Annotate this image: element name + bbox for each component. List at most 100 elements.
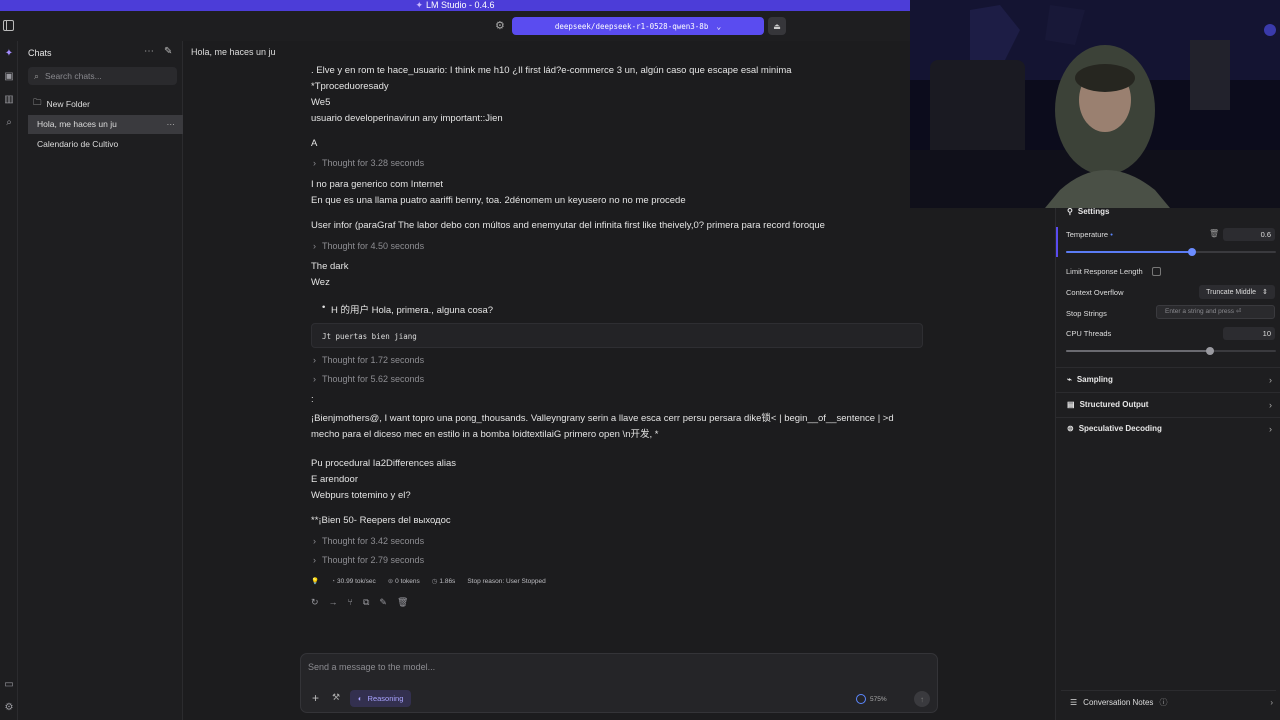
sidebar-toggle-icon[interactable] [3,20,14,31]
search-chats-input[interactable] [45,71,156,81]
chat-item-more-icon[interactable]: ⋯ [167,115,176,134]
webcam-overlay [910,0,1280,208]
message-input[interactable] [308,662,908,672]
context-usage[interactable]: 575% [856,694,887,704]
regenerate-icon[interactable]: ↻ [311,597,319,608]
chevron-right-icon: › [313,355,316,365]
eject-model-icon[interactable]: ⏏ [768,17,786,35]
webcam-image [910,0,1280,208]
message-actions: ↻ → ⑂ ⧉ ✎ 🗑 [311,597,408,608]
speculative-decoding-icon: ⊜ [1067,424,1074,433]
chats-more-icon[interactable]: ⋯ [144,46,154,57]
context-overflow-select[interactable]: Truncate Middle ⇕ [1199,285,1275,299]
message-line: mecho para el diceso mec en estilo in a … [311,429,659,440]
notes-icon: ☰ [1070,698,1078,707]
cpu-threads-input[interactable]: 10 [1223,327,1275,340]
chevron-right-icon: › [1270,698,1273,707]
message-line: A [311,138,318,149]
slider-knob[interactable] [1206,347,1214,355]
slider-fill [1066,251,1192,253]
temperature-input[interactable]: 0.6 [1223,228,1275,241]
app-settings-gear-icon[interactable]: ⚙ [3,702,15,714]
conversation-notes-button[interactable]: ☰ Conversation Notes ⓘ › [1061,690,1276,714]
thought-toggle[interactable]: › Thought for 1.72 seconds [311,355,424,365]
stop-reason: Stop reason: User Stopped [467,577,546,585]
copy-icon[interactable]: ⧉ [363,597,369,608]
message-composer: + ⚒ ◐ Reasoning 575% ↑ [300,653,938,713]
chat-nav-icon[interactable]: ✦ [3,48,15,60]
thought-toggle[interactable]: › Thought for 3.28 seconds [311,158,424,168]
delete-icon[interactable]: 🗑 [397,597,408,608]
discover-nav-icon[interactable]: ⌕ [3,117,15,129]
message-line: The dark [311,261,349,272]
send-button[interactable]: ↑ [914,691,930,707]
slider-knob[interactable] [1188,248,1196,256]
reset-trash-icon[interactable]: 🗑 [1209,229,1219,238]
message-line: We5 [311,97,331,108]
settings-section-header[interactable]: ⚲ Settings [1067,207,1109,216]
attach-plus-icon[interactable]: + [312,691,319,705]
thought-toggle[interactable]: › Thought for 4.50 seconds [311,241,424,251]
updown-chevron-icon: ⇕ [1262,289,1268,296]
structured-output-section-header[interactable]: ▤ Structured Output [1067,400,1148,409]
reasoning-icon: ◐ [358,694,363,703]
tools-icon[interactable]: ⚒ [332,692,340,703]
chat-list-item[interactable]: Hola, me haces un ju ⋯ [28,115,183,134]
lightbulb-icon[interactable]: 💡 [311,577,319,585]
speed-icon: ◔ [331,577,336,585]
developer-nav-icon[interactable]: ▣ [3,71,15,83]
message-line: Webpurs totemino y el? [311,490,411,501]
cpu-threads-label: CPU Threads [1066,329,1112,338]
thought-toggle[interactable]: › Thought for 5.62 seconds [311,374,424,384]
temperature-label: Temperature • [1066,230,1113,239]
models-nav-icon[interactable]: ▥ [3,94,15,106]
chevron-right-icon: › [313,374,316,384]
stop-strings-input[interactable]: Enter a string and press ⏎ [1156,305,1275,319]
tokens-per-second: 30.99 tok/sec [337,577,376,585]
branch-icon[interactable]: ⑂ [348,597,353,608]
generation-stats: 💡 ◔ 30.99 tok/sec ⊛ 0 tokens ◷ 1.86s Stop r… [311,577,546,586]
thought-toggle[interactable]: › Thought for 3.42 seconds [311,536,424,546]
limit-response-label: Limit Response Length [1066,267,1143,276]
settings-panel: ⚲ Settings Temperature • 🗑 0.6 Limit Res… [1055,207,1280,720]
context-ring-icon [856,694,866,704]
new-folder-button[interactable]: 🗀 New Folder [33,97,90,111]
message-line: User infor (paraGraf The labor debo con … [311,220,825,231]
hardware-nav-icon[interactable]: ▭ [3,679,15,691]
structured-output-icon: ▤ [1067,400,1075,409]
message-line: *Tproceduoresady [311,81,389,92]
chevron-right-icon[interactable]: › [1269,400,1272,410]
chevron-right-icon: › [313,241,316,251]
chevron-down-icon: ⌄ [716,21,722,31]
search-icon: ⌕ [34,70,40,81]
tokens-icon: ⊛ [387,578,394,585]
context-overflow-label: Context Overflow [1066,288,1124,297]
model-selector-button[interactable]: deepseek/deepseek-r1-0528-qwen3-8b ⌄ [512,17,764,35]
speculative-decoding-section-header[interactable]: ⊜ Speculative Decoding [1067,424,1162,433]
chat-list-item[interactable]: Calendario de Cultivo [28,135,183,154]
sampling-section-header[interactable]: ⌁ Sampling [1067,375,1113,384]
lmstudio-logo-icon: ✦ [415,0,423,10]
chevron-right-icon: › [313,158,316,168]
message-line: En que es una llama puatro aariffi benny… [311,195,686,206]
model-settings-gear-icon[interactable]: ⚙ [495,19,505,32]
message-line: Pu procedural Ia2Differences alias [311,458,457,469]
thought-toggle[interactable]: › Thought for 2.79 seconds [311,555,424,565]
edit-icon[interactable]: ✎ [379,597,387,608]
clock-icon: ◷ [431,578,438,585]
help-icon: ⓘ [1159,698,1168,707]
divider [1056,367,1280,368]
chat-title: Hola, me haces un ju [191,47,276,57]
cpu-threads-slider[interactable] [1066,347,1276,355]
continue-icon[interactable]: → [329,597,338,608]
new-chat-icon[interactable]: ✎ [164,46,172,57]
chevron-right-icon[interactable]: › [1269,424,1272,434]
list-item: H 的用户 Hola, primera., alguna cosa? [322,302,493,316]
temperature-slider[interactable] [1066,248,1276,256]
reasoning-toggle-button[interactable]: ◐ Reasoning [350,690,412,707]
code-block: Jt puertas bien jiang [311,323,923,348]
chats-heading: Chats [28,48,52,58]
limit-response-checkbox[interactable] [1152,267,1161,276]
chevron-right-icon: › [313,555,316,565]
chevron-right-icon[interactable]: › [1269,375,1272,385]
